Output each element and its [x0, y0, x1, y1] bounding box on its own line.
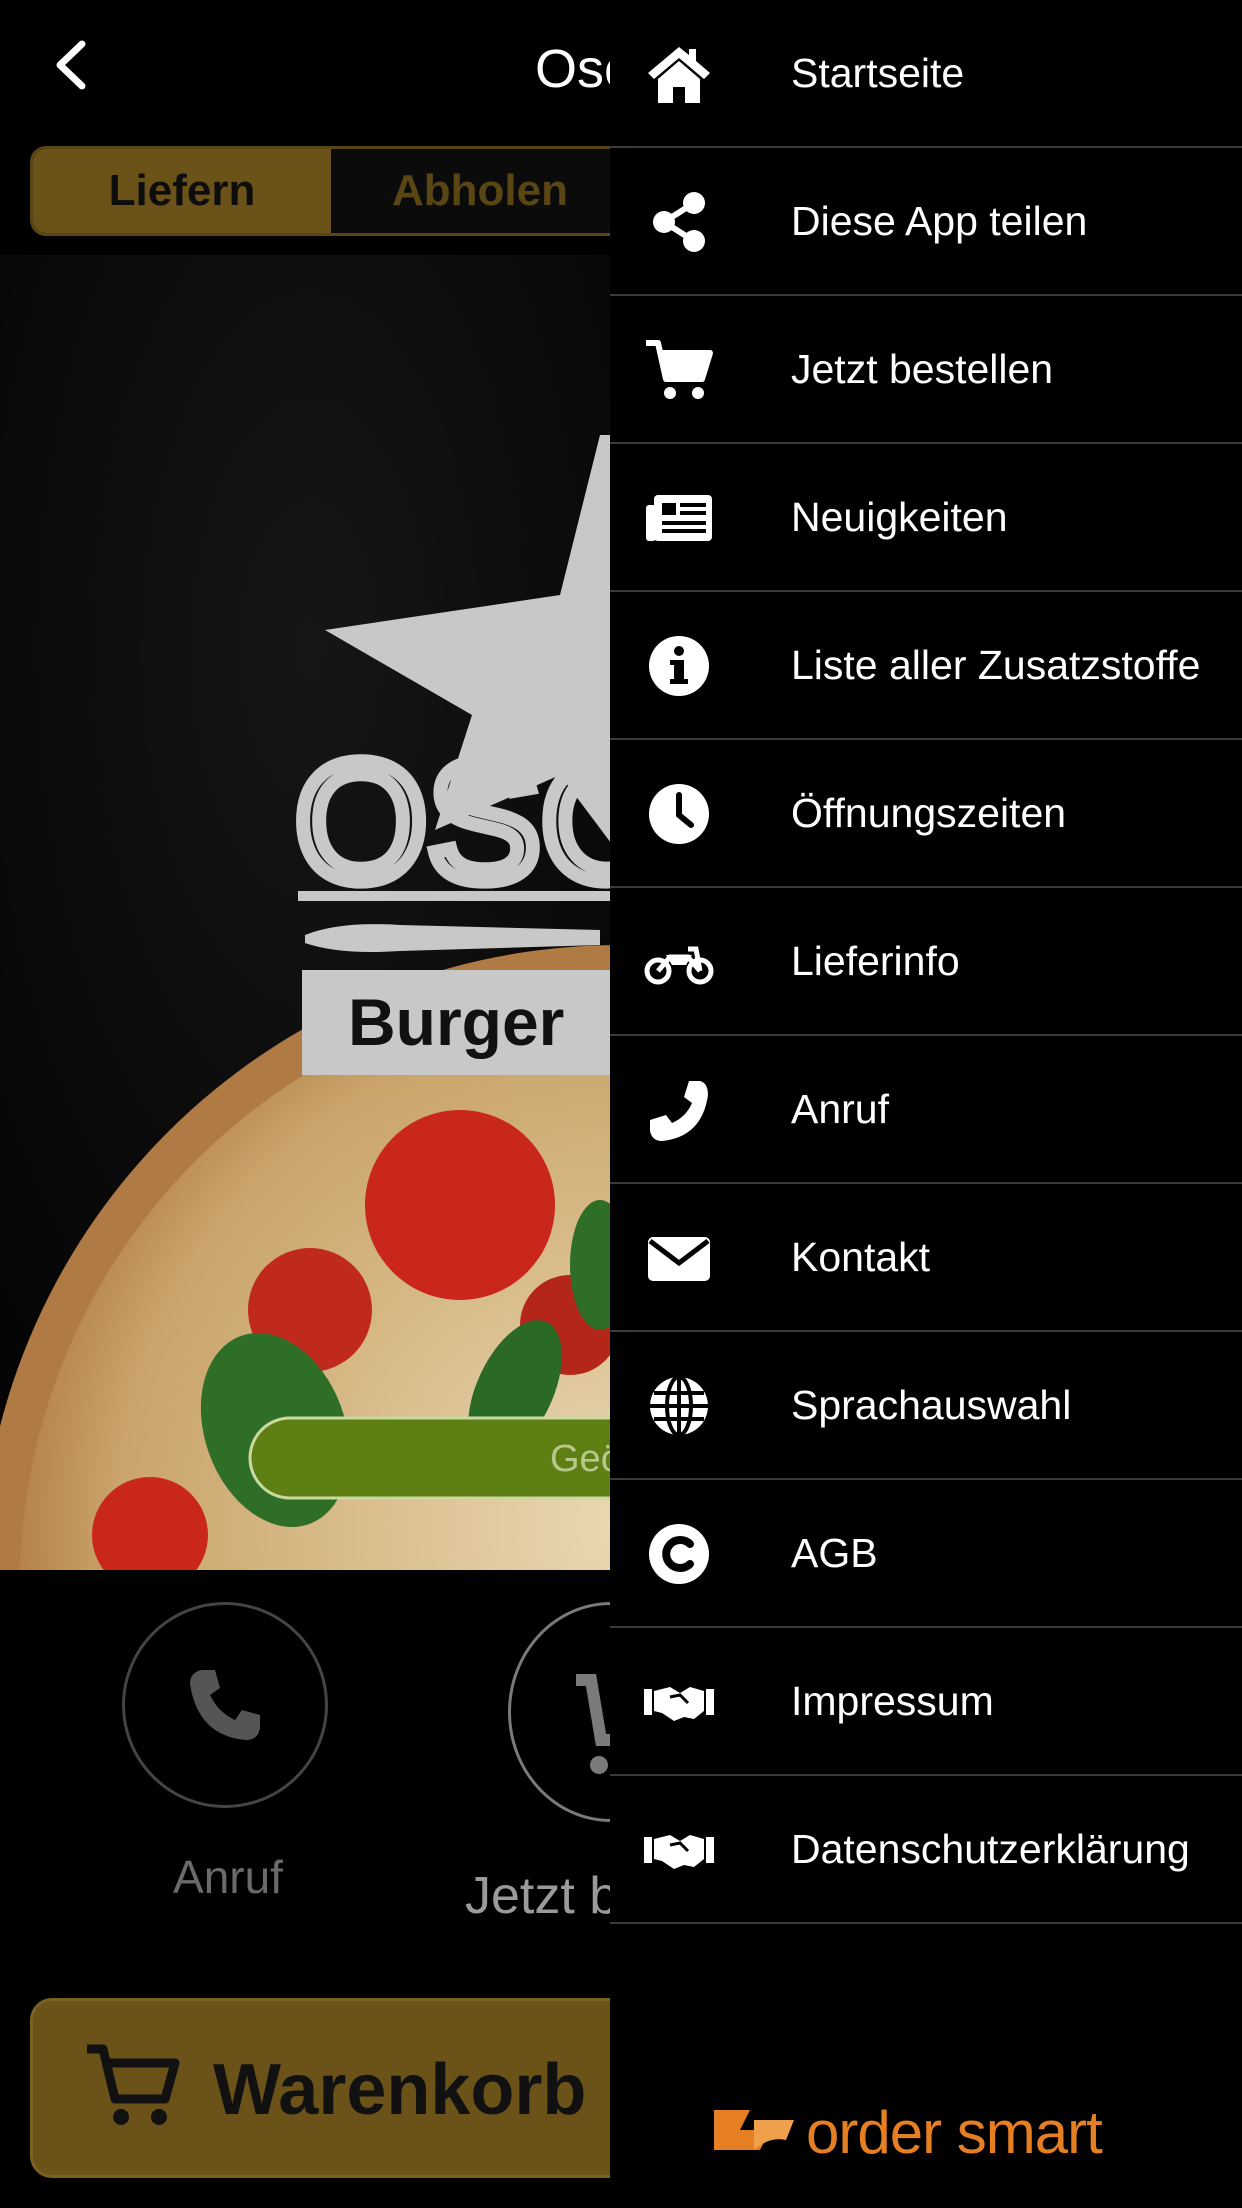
handshake-icon [644, 1835, 714, 1869]
hero-banner: OSC Burger Geö [0, 255, 620, 1570]
menu-item-label: Anruf [791, 1086, 889, 1132]
logo-text: OSC [295, 727, 620, 917]
order-smart-icon [714, 2110, 794, 2150]
menu-item-label: Diese App teilen [791, 198, 1088, 244]
menu-item-opening-hours[interactable]: Öffnungszeiten [610, 740, 1242, 888]
phone-icon [650, 1081, 708, 1141]
menu-item-privacy[interactable]: Datenschutzerklärung [610, 1776, 1242, 1924]
delivery-mode-toggle: Liefern Abholen [30, 146, 650, 236]
newspaper-icon [646, 495, 712, 541]
menu-item-call[interactable]: Anruf [610, 1036, 1242, 1184]
order-now-label: Jetzt b [465, 1867, 619, 1925]
menu-item-label: Kontakt [791, 1234, 931, 1280]
menu-item-label: Jetzt bestellen [791, 346, 1054, 392]
menu-item-label: Neuigkeiten [791, 494, 1008, 540]
menu-item-label: AGB [791, 1530, 878, 1576]
globe-icon [650, 1375, 708, 1437]
menu-item-label: Datenschutzerklärung [791, 1826, 1190, 1872]
menu-item-label: Sprachauswahl [791, 1382, 1072, 1428]
clock-icon [649, 784, 709, 844]
call-label: Anruf [173, 1851, 283, 1903]
order-smart-logo: order smart [710, 2094, 1130, 2174]
hero-image: OSC Burger Geö [0, 255, 620, 1570]
envelope-icon [648, 1237, 710, 1281]
tab-deliver[interactable]: Liefern [33, 149, 331, 233]
phone-icon [190, 1670, 260, 1740]
copyright-icon [649, 1524, 709, 1584]
menu-item-delivery-info[interactable]: Lieferinfo [610, 888, 1242, 1036]
info-icon [649, 636, 709, 696]
menu-item-label: Impressum [791, 1678, 994, 1724]
tab-pickup[interactable]: Abholen [331, 149, 629, 233]
share-icon [653, 192, 705, 252]
menu-item-home[interactable]: Startseite [610, 0, 1242, 148]
logo-subtext: Burger [348, 985, 564, 1059]
menu-item-contact[interactable]: Kontakt [610, 1184, 1242, 1332]
call-button[interactable] [122, 1602, 328, 1808]
cart-button[interactable]: Warenkorb [30, 1998, 690, 2178]
navigation-drawer: Startseite Diese App teilen Jetzt bestel… [610, 0, 1242, 2208]
cart-icon [87, 2044, 180, 2125]
menu-item-order-now[interactable]: Jetzt bestellen [610, 296, 1242, 444]
handshake-icon [644, 1687, 714, 1721]
menu-item-imprint[interactable]: Impressum [610, 1628, 1242, 1776]
brand-name: order smart [806, 2099, 1103, 2166]
menu-item-news[interactable]: Neuigkeiten [610, 444, 1242, 592]
menu-item-additives[interactable]: Liste aller Zusatzstoffe [610, 592, 1242, 740]
menu-item-label: Öffnungszeiten [791, 790, 1067, 836]
menu-item-label: Lieferinfo [791, 938, 960, 984]
cart-label: Warenkorb [213, 2050, 587, 2130]
menu-item-label: Liste aller Zusatzstoffe [791, 642, 1201, 688]
menu-item-label: Startseite [791, 50, 965, 96]
cart-icon [646, 340, 713, 399]
menu-item-language[interactable]: Sprachauswahl [610, 1332, 1242, 1480]
menu-item-share[interactable]: Diese App teilen [610, 148, 1242, 296]
home-icon [648, 47, 710, 103]
back-arrow-icon[interactable] [40, 30, 110, 100]
motorcycle-icon [644, 946, 714, 985]
menu-item-terms[interactable]: AGB [610, 1480, 1242, 1628]
